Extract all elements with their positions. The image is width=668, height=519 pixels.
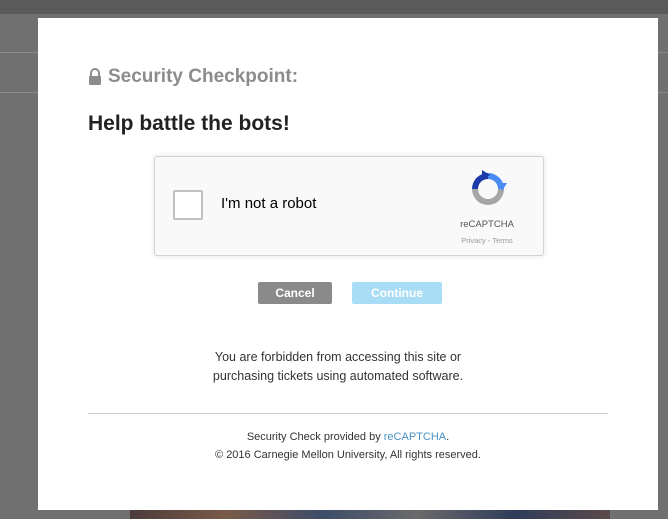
copyright-text: © 2016 Carnegie Mellon University, All r… <box>215 449 481 461</box>
background-header <box>0 0 668 14</box>
recaptcha-link[interactable]: reCAPTCHA <box>384 431 446 443</box>
footer: Security Check provided by reCAPTCHA. © … <box>108 428 588 464</box>
recaptcha-widget: I'm not a robot reCAPTCHA Privacy - Term… <box>154 156 544 256</box>
provided-by-prefix: Security Check provided by <box>246 431 384 443</box>
recaptcha-checkbox-label[interactable]: I'm not a robot <box>221 195 316 212</box>
checkpoint-title-text: Security Checkpoint: <box>108 66 299 87</box>
continue-button[interactable]: Continue <box>352 282 442 304</box>
security-checkpoint-modal: Security Checkpoint: Help battle the bot… <box>38 18 658 510</box>
cancel-button[interactable]: Cancel <box>258 282 332 304</box>
warning-line: purchasing tickets using automated softw… <box>212 369 464 383</box>
automation-warning: You are forbidden from accessing this si… <box>138 348 538 386</box>
page-title: Help battle the bots! <box>88 112 290 135</box>
background-divider <box>0 52 40 53</box>
provided-by-suffix: . <box>446 431 450 443</box>
warning-line: You are forbidden from accessing this si… <box>214 350 462 364</box>
recaptcha-logo-icon <box>468 169 508 209</box>
background-divider <box>0 92 40 93</box>
lock-icon <box>88 68 102 86</box>
recaptcha-privacy-terms-link[interactable]: Privacy - Terms <box>445 236 529 245</box>
provided-by-text: Security Check provided by reCAPTCHA. <box>108 428 588 446</box>
checkpoint-title: Security Checkpoint: <box>88 66 298 88</box>
footer-divider <box>88 413 608 414</box>
not-a-robot-checkbox[interactable] <box>173 190 203 220</box>
recaptcha-brand: reCAPTCHA <box>460 219 514 230</box>
